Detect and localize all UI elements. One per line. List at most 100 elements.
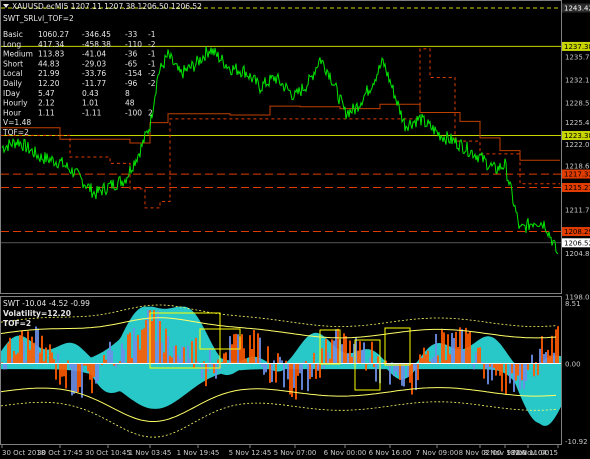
histogram-bar: [401, 363, 403, 386]
histogram-bar: [253, 329, 255, 364]
histogram-bar: [17, 352, 19, 364]
histogram-bar: [245, 358, 247, 364]
histogram-bar: [93, 363, 95, 378]
symbol-header: XAUUSD.ecMI5 1207.11 1207.38 1206.50 120…: [12, 2, 202, 11]
histogram-bar: [41, 335, 43, 364]
histogram-bar: [287, 363, 289, 380]
histogram-bar: [115, 363, 117, 368]
time-tick-label: 7 Nov 09:00: [416, 449, 459, 457]
histogram-bar: [139, 349, 141, 364]
histogram-bar: [331, 339, 333, 364]
histogram-bar: [309, 363, 311, 380]
table-cell-label: Basic: [3, 30, 23, 39]
histogram-bar: [485, 363, 487, 369]
histogram-bar: [375, 363, 377, 382]
histogram-bar: [111, 350, 113, 364]
table-cell-v1: 44.83: [38, 59, 60, 68]
price-tick: 1204.80: [565, 250, 590, 258]
table-cell-v1: 1060.27: [38, 30, 69, 39]
price-label: 1206.52: [564, 239, 590, 247]
histogram-bar: [477, 347, 479, 364]
table-row: IDay 5.47 0.43 8: [3, 89, 130, 98]
histogram-bar: [411, 363, 413, 395]
histogram-bar: [459, 327, 461, 364]
histogram-bar: [499, 363, 501, 376]
histogram-bar: [11, 357, 13, 364]
histogram-bar: [49, 344, 51, 364]
histogram-bar: [425, 354, 427, 364]
histogram-bar: [45, 347, 47, 364]
histogram-bar: [161, 342, 163, 364]
histogram-bar: [527, 363, 529, 371]
table-cell-v3: -154: [125, 69, 142, 78]
histogram-bar: [109, 341, 111, 364]
table-row: Hour 1.11 -1.11 -100 2: [3, 108, 153, 117]
table-cell-v3: -96: [125, 79, 137, 88]
indicator-tick: 0.00: [565, 360, 581, 368]
indicator-tick: -10.92: [565, 438, 588, 446]
histogram-bar: [359, 341, 361, 364]
histogram-bar: [549, 355, 551, 364]
table-row: Medium 113.83 -41.04 -36 -1: [3, 50, 156, 59]
histogram-bar: [31, 336, 33, 364]
histogram-bar: [69, 363, 71, 369]
table-row: Short 44.83 -29.03 -65 -1: [3, 59, 156, 68]
histogram-bar: [215, 363, 217, 379]
histogram-bar: [329, 358, 331, 364]
band-line: [0, 401, 557, 438]
histogram-bar: [123, 349, 125, 364]
sub-header: SWT -10.04 -4.52 -0.99: [3, 299, 90, 308]
price-label: 1208.29: [564, 228, 590, 236]
histogram-bar: [451, 332, 453, 364]
histogram-bar: [327, 352, 329, 364]
volatility-label: Volatility=12.20: [3, 309, 71, 318]
histogram-bar: [181, 346, 183, 364]
table-cell-v4: -2: [148, 79, 156, 88]
histogram-bar: [97, 363, 99, 382]
histogram-bar: [173, 346, 175, 364]
table-cell-label: IDay: [3, 89, 21, 98]
histogram-bar: [229, 336, 231, 364]
histogram-bar: [95, 363, 97, 384]
price-tick: 1225.40: [565, 119, 590, 127]
histogram-bar: [537, 363, 539, 376]
histogram-bar: [475, 352, 477, 364]
trading-chart[interactable]: XAUUSD.ecMI5 1207.11 1207.38 1206.50 120…: [0, 0, 590, 459]
histogram-bar: [293, 363, 295, 388]
table-cell-v1: 1.11: [38, 108, 55, 117]
histogram-bar: [349, 340, 351, 364]
histogram-bar: [483, 363, 485, 379]
histogram-bar: [163, 352, 165, 364]
histogram-bar: [421, 357, 423, 364]
histogram-bar: [333, 340, 335, 364]
histogram-bar: [65, 363, 67, 389]
histogram-bar: [175, 345, 177, 364]
histogram-bar: [157, 310, 159, 364]
band-line: [0, 317, 557, 339]
table-cell-v3: -33: [125, 30, 137, 39]
histogram-bar: [525, 363, 527, 381]
table-cell-v3: -36: [125, 50, 137, 59]
table-cell-v3: -100: [125, 108, 142, 117]
histogram-bar: [37, 328, 39, 364]
histogram-bar: [543, 353, 545, 364]
histogram-bar: [553, 352, 555, 364]
histogram-bar: [409, 363, 411, 383]
chart-menu-triangle-icon[interactable]: [3, 4, 9, 8]
histogram-bar: [399, 363, 401, 380]
price-tick: 1211.70: [565, 206, 590, 214]
swt-histogram: [0, 304, 561, 438]
histogram-bar: [257, 333, 259, 364]
histogram-bar: [443, 332, 445, 364]
histogram-bar: [449, 354, 451, 364]
histogram-bar: [501, 363, 503, 392]
histogram-bar: [25, 360, 27, 364]
table-cell-v1: 113.83: [38, 50, 64, 59]
table-cell-v2: -41.04: [82, 50, 106, 59]
table-row: Basic 1060.27 -346.45 -33 -1: [3, 30, 156, 39]
table-cell-v2: -346.45: [82, 30, 111, 39]
time-tick-label: 6 Nov 00:00: [324, 449, 367, 457]
price-tick: 1232.10: [565, 77, 590, 85]
histogram-bar: [357, 350, 359, 364]
price-label: 1215.21: [564, 184, 590, 192]
